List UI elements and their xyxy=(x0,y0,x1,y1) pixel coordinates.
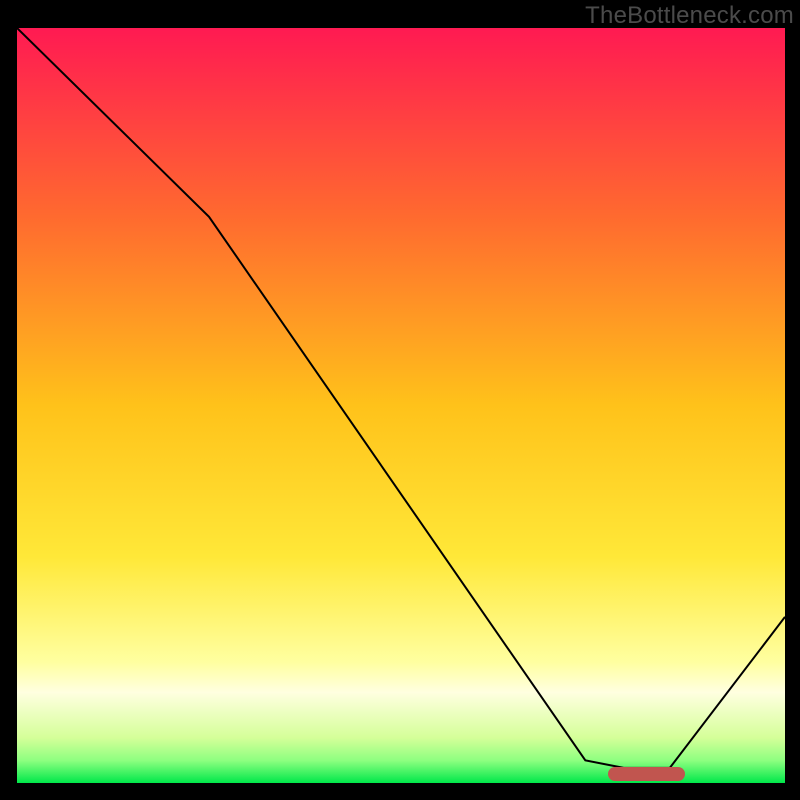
axes-frame xyxy=(15,28,785,785)
watermark-text: TheBottleneck.com xyxy=(585,2,794,30)
bottleneck-chart: TheBottleneck.com xyxy=(0,0,800,800)
